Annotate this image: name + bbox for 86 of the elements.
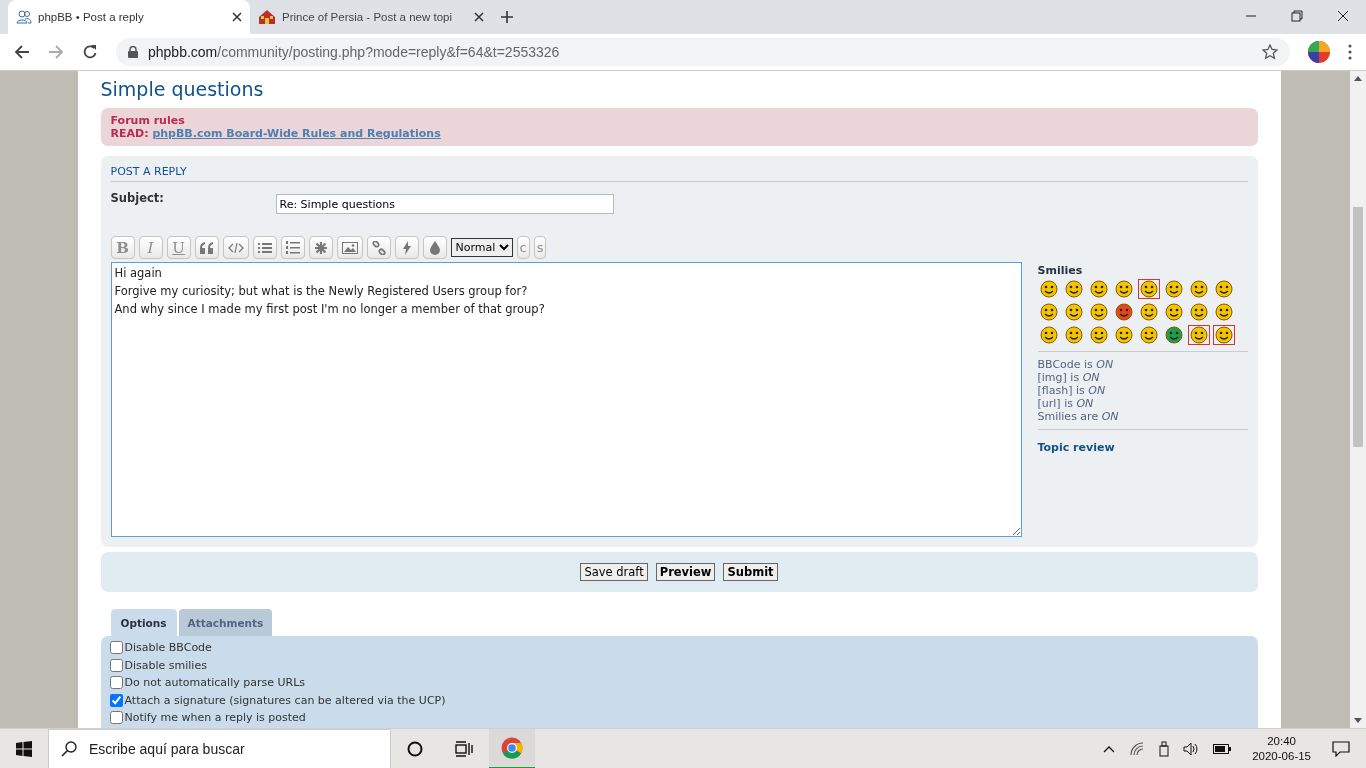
search-icon <box>61 740 77 757</box>
windows-logo-icon[interactable] <box>16 740 32 757</box>
rules-heading: Forum rules <box>110 114 186 127</box>
scrollbar[interactable] <box>1350 71 1366 728</box>
topic-title: Simple questions <box>100 78 265 100</box>
image-icon <box>341 241 358 254</box>
link-button[interactable] <box>366 236 391 259</box>
profile-avatar-icon[interactable] <box>1308 41 1330 63</box>
notification-icon[interactable] <box>1332 740 1350 757</box>
smilies-heading: Smilies <box>1037 264 1084 277</box>
star-icon <box>314 241 327 254</box>
action-button[interactable]: Submit <box>723 563 778 581</box>
close-icon[interactable] <box>474 12 484 22</box>
bbcode-status-text: [img] is ON <box>1037 371 1101 384</box>
new-tab-icon[interactable] <box>500 10 514 24</box>
speaker-icon[interactable] <box>1183 741 1200 756</box>
house-icon <box>258 9 276 25</box>
browser-logo-icon <box>501 736 523 759</box>
browser-tab[interactable]: phpBB • Post a reply <box>8 0 250 34</box>
reload-icon[interactable] <box>82 44 98 60</box>
task-view-icon[interactable] <box>455 740 473 757</box>
option-label: Disable smilies <box>124 658 207 672</box>
code-button[interactable] <box>222 236 249 259</box>
bbcode-status-text: [flash] is ON <box>1037 384 1107 397</box>
option-checkbox[interactable] <box>109 711 123 725</box>
action-button[interactable]: Save draft <box>580 563 648 581</box>
star-icon[interactable] <box>1262 44 1278 60</box>
bbcode-status-text: BBCode is ON <box>1037 358 1115 371</box>
quote-button[interactable] <box>194 236 219 259</box>
subject-label: Subject: <box>110 191 165 205</box>
drop-icon <box>429 240 440 255</box>
action-button[interactable]: Preview <box>655 563 716 581</box>
restore-icon[interactable] <box>1291 10 1303 22</box>
url-text: phpbb.com/community/posting.php?mode=reply&f=64&t=2553326 <box>148 44 560 60</box>
option-label: Do not automatically parse URLs <box>124 676 305 690</box>
option-checkbox[interactable] <box>109 676 123 690</box>
option-checkbox[interactable] <box>109 658 123 672</box>
usb-drive-icon[interactable] <box>1159 740 1170 757</box>
quote-icon <box>199 241 214 254</box>
wifi-icon[interactable] <box>1129 741 1146 756</box>
option-label: Attach a signature (signatures can be altered via the UCP) <box>124 693 446 707</box>
address-bar[interactable]: phpbb.com/community/posting.php?mode=reply&f=64&t=2553326 <box>116 38 1290 66</box>
read-label: READ: <box>110 127 149 140</box>
clock-time[interactable]: 20:40 <box>1267 733 1296 749</box>
list-button[interactable] <box>252 236 277 259</box>
options-tab[interactable]: Attachments <box>178 609 273 636</box>
chrome-taskbar-button[interactable] <box>489 728 535 768</box>
drop-button[interactable] <box>422 236 447 259</box>
link-icon <box>371 240 386 255</box>
clock-date[interactable]: 2020-06-15 <box>1252 748 1311 764</box>
taskbar-search-field[interactable]: Escribe aquí para buscar <box>48 728 391 768</box>
message-field[interactable]: Hi again Forgive my curiosity; but what is the Newly Registered Users group for? And why since I made my first post I'm no longer a member of that group? <box>110 262 1022 537</box>
options-tab[interactable]: Options <box>110 609 177 636</box>
option-checkbox[interactable] <box>109 693 123 707</box>
browser-tab[interactable]: Prince of Persia - Post a new topi <box>250 0 492 34</box>
cortana-circle-icon[interactable] <box>407 740 423 757</box>
chevron-up-icon[interactable] <box>1103 744 1116 753</box>
olist-icon <box>285 241 300 254</box>
back-arrow-icon[interactable] <box>14 44 30 60</box>
people-icon <box>16 9 32 25</box>
font-size-select[interactable]: Normal <box>450 238 513 257</box>
option-label: Disable BBCode <box>124 641 212 655</box>
subject-field[interactable]: Re: Simple questions <box>275 194 614 214</box>
topic-review-link[interactable]: Topic review <box>1037 441 1115 454</box>
bbcode-status-text: [url] is ON <box>1037 397 1095 410</box>
scroll-up-arrow-icon[interactable] <box>1354 75 1362 81</box>
star-button[interactable] <box>308 236 333 259</box>
close-icon[interactable] <box>1337 10 1349 22</box>
menu-icon[interactable] <box>1348 44 1352 60</box>
flash-icon <box>402 240 411 255</box>
flash-button[interactable] <box>394 236 419 259</box>
scroll-down-arrow-icon[interactable] <box>1354 718 1362 724</box>
code-icon <box>227 241 244 254</box>
option-label: Notify me when a reply is posted <box>124 711 306 725</box>
scrollbar-thumb[interactable] <box>1353 207 1363 447</box>
option-checkbox[interactable] <box>109 641 123 655</box>
image-button[interactable] <box>336 236 363 259</box>
tab-title: phpBB • Post a reply <box>38 11 145 23</box>
list-icon <box>257 241 272 254</box>
olist-button[interactable] <box>280 236 305 259</box>
tab-title: Prince of Persia - Post a new topi <box>282 11 454 23</box>
bbcode-status-text: Smilies are ON <box>1037 410 1120 423</box>
lock-icon <box>128 46 138 58</box>
battery-icon[interactable] <box>1213 743 1232 754</box>
post-heading: POST A REPLY <box>110 165 1248 182</box>
close-icon[interactable] <box>232 12 242 22</box>
